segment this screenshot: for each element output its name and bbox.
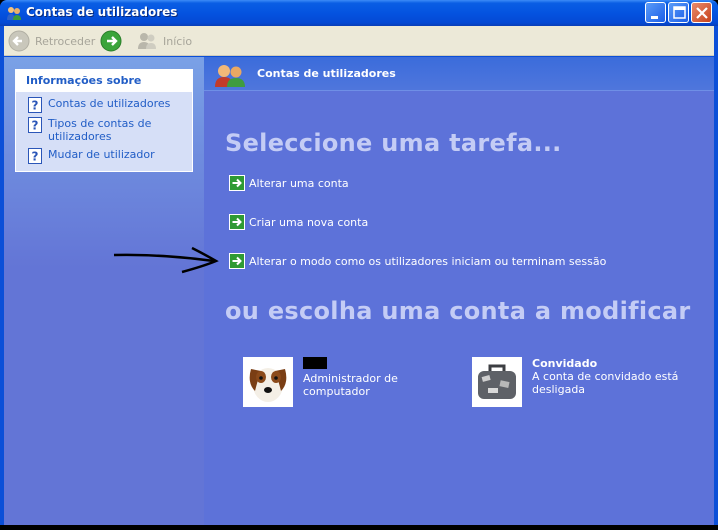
- sidebar-item-label: Contas de utilizadores: [48, 97, 171, 110]
- account-name: Convidado: [532, 357, 598, 370]
- account-description: A conta de convidado está desligada: [532, 370, 679, 396]
- home-label: Início: [163, 34, 193, 48]
- account-description: Administrador de computador: [303, 372, 398, 398]
- green-arrow-icon: [229, 175, 245, 191]
- task-label: Alterar o modo como os utilizadores inic…: [249, 254, 607, 268]
- task-heading: Seleccione uma tarefa...: [225, 129, 562, 157]
- account-heading: ou escolha uma conta a modificar: [225, 297, 691, 325]
- account-tile-administrator[interactable]: Administrador de computador: [243, 357, 453, 407]
- account-name: [303, 357, 453, 372]
- title-bar[interactable]: Contas de utilizadores: [0, 0, 718, 26]
- dog-picture: [243, 357, 293, 407]
- left-task-pane: Informações sobre ? Contas de utilizador…: [4, 57, 204, 525]
- task-change-account[interactable]: Alterar uma conta: [229, 175, 349, 191]
- svg-text:?: ?: [32, 119, 39, 133]
- redacted-name: [303, 357, 327, 369]
- user-accounts-app-icon: [7, 7, 21, 20]
- main-header-title: Contas de utilizadores: [257, 67, 396, 80]
- back-arrow-icon: [8, 30, 30, 52]
- task-change-logon-logoff[interactable]: Alterar o modo como os utilizadores inic…: [229, 253, 606, 269]
- green-arrow-icon: [229, 214, 245, 230]
- task-create-account[interactable]: Criar uma nova conta: [229, 214, 368, 230]
- navigation-toolbar: Retroceder Início: [4, 26, 714, 56]
- info-panel-title: Informações sobre: [16, 70, 192, 92]
- help-icon: ?: [28, 97, 42, 113]
- green-arrow-icon: [229, 253, 245, 269]
- svg-text:?: ?: [32, 99, 39, 113]
- back-button[interactable]: Retroceder: [8, 28, 95, 54]
- user-accounts-icon: [215, 65, 245, 87]
- annotation-arrow: [113, 246, 219, 274]
- help-icon: ?: [28, 148, 42, 164]
- suitcase-picture: [472, 357, 522, 407]
- close-button[interactable]: [691, 2, 712, 23]
- close-icon: [696, 7, 708, 19]
- forward-button[interactable]: [100, 28, 127, 54]
- sidebar-item-user-accounts[interactable]: ? Contas de utilizadores: [28, 97, 170, 113]
- window-title: Contas de utilizadores: [26, 5, 178, 19]
- task-label: Alterar uma conta: [249, 176, 349, 190]
- account-tile-guest[interactable]: Convidado A conta de convidado está desl…: [472, 357, 682, 407]
- home-button[interactable]: Início: [136, 28, 192, 54]
- back-label: Retroceder: [35, 34, 96, 48]
- svg-text:?: ?: [32, 150, 39, 164]
- sidebar-item-label: Mudar de utilizador: [48, 148, 155, 161]
- main-header: Contas de utilizadores: [204, 57, 714, 91]
- user-accounts-window: Contas de utilizadores Retroceder Início…: [0, 0, 718, 525]
- window-frame-right: [714, 26, 718, 525]
- minimize-button[interactable]: [645, 2, 666, 23]
- info-panel: Informações sobre ? Contas de utilizador…: [15, 69, 193, 172]
- main-content-pane: Contas de utilizadores Seleccione uma ta…: [204, 57, 714, 525]
- task-label: Criar uma nova conta: [249, 215, 369, 229]
- maximize-icon: [673, 6, 686, 19]
- sidebar-item-account-types[interactable]: ? Tipos de contas de utilizadores: [28, 117, 168, 143]
- sidebar-item-switch-user[interactable]: ? Mudar de utilizador: [28, 148, 155, 164]
- forward-arrow-icon: [100, 30, 122, 52]
- minimize-icon: [651, 16, 658, 19]
- help-icon: ?: [28, 117, 42, 133]
- users-home-icon: [138, 33, 156, 49]
- maximize-button[interactable]: [668, 2, 689, 23]
- sidebar-item-label: Tipos de contas de utilizadores: [48, 117, 152, 143]
